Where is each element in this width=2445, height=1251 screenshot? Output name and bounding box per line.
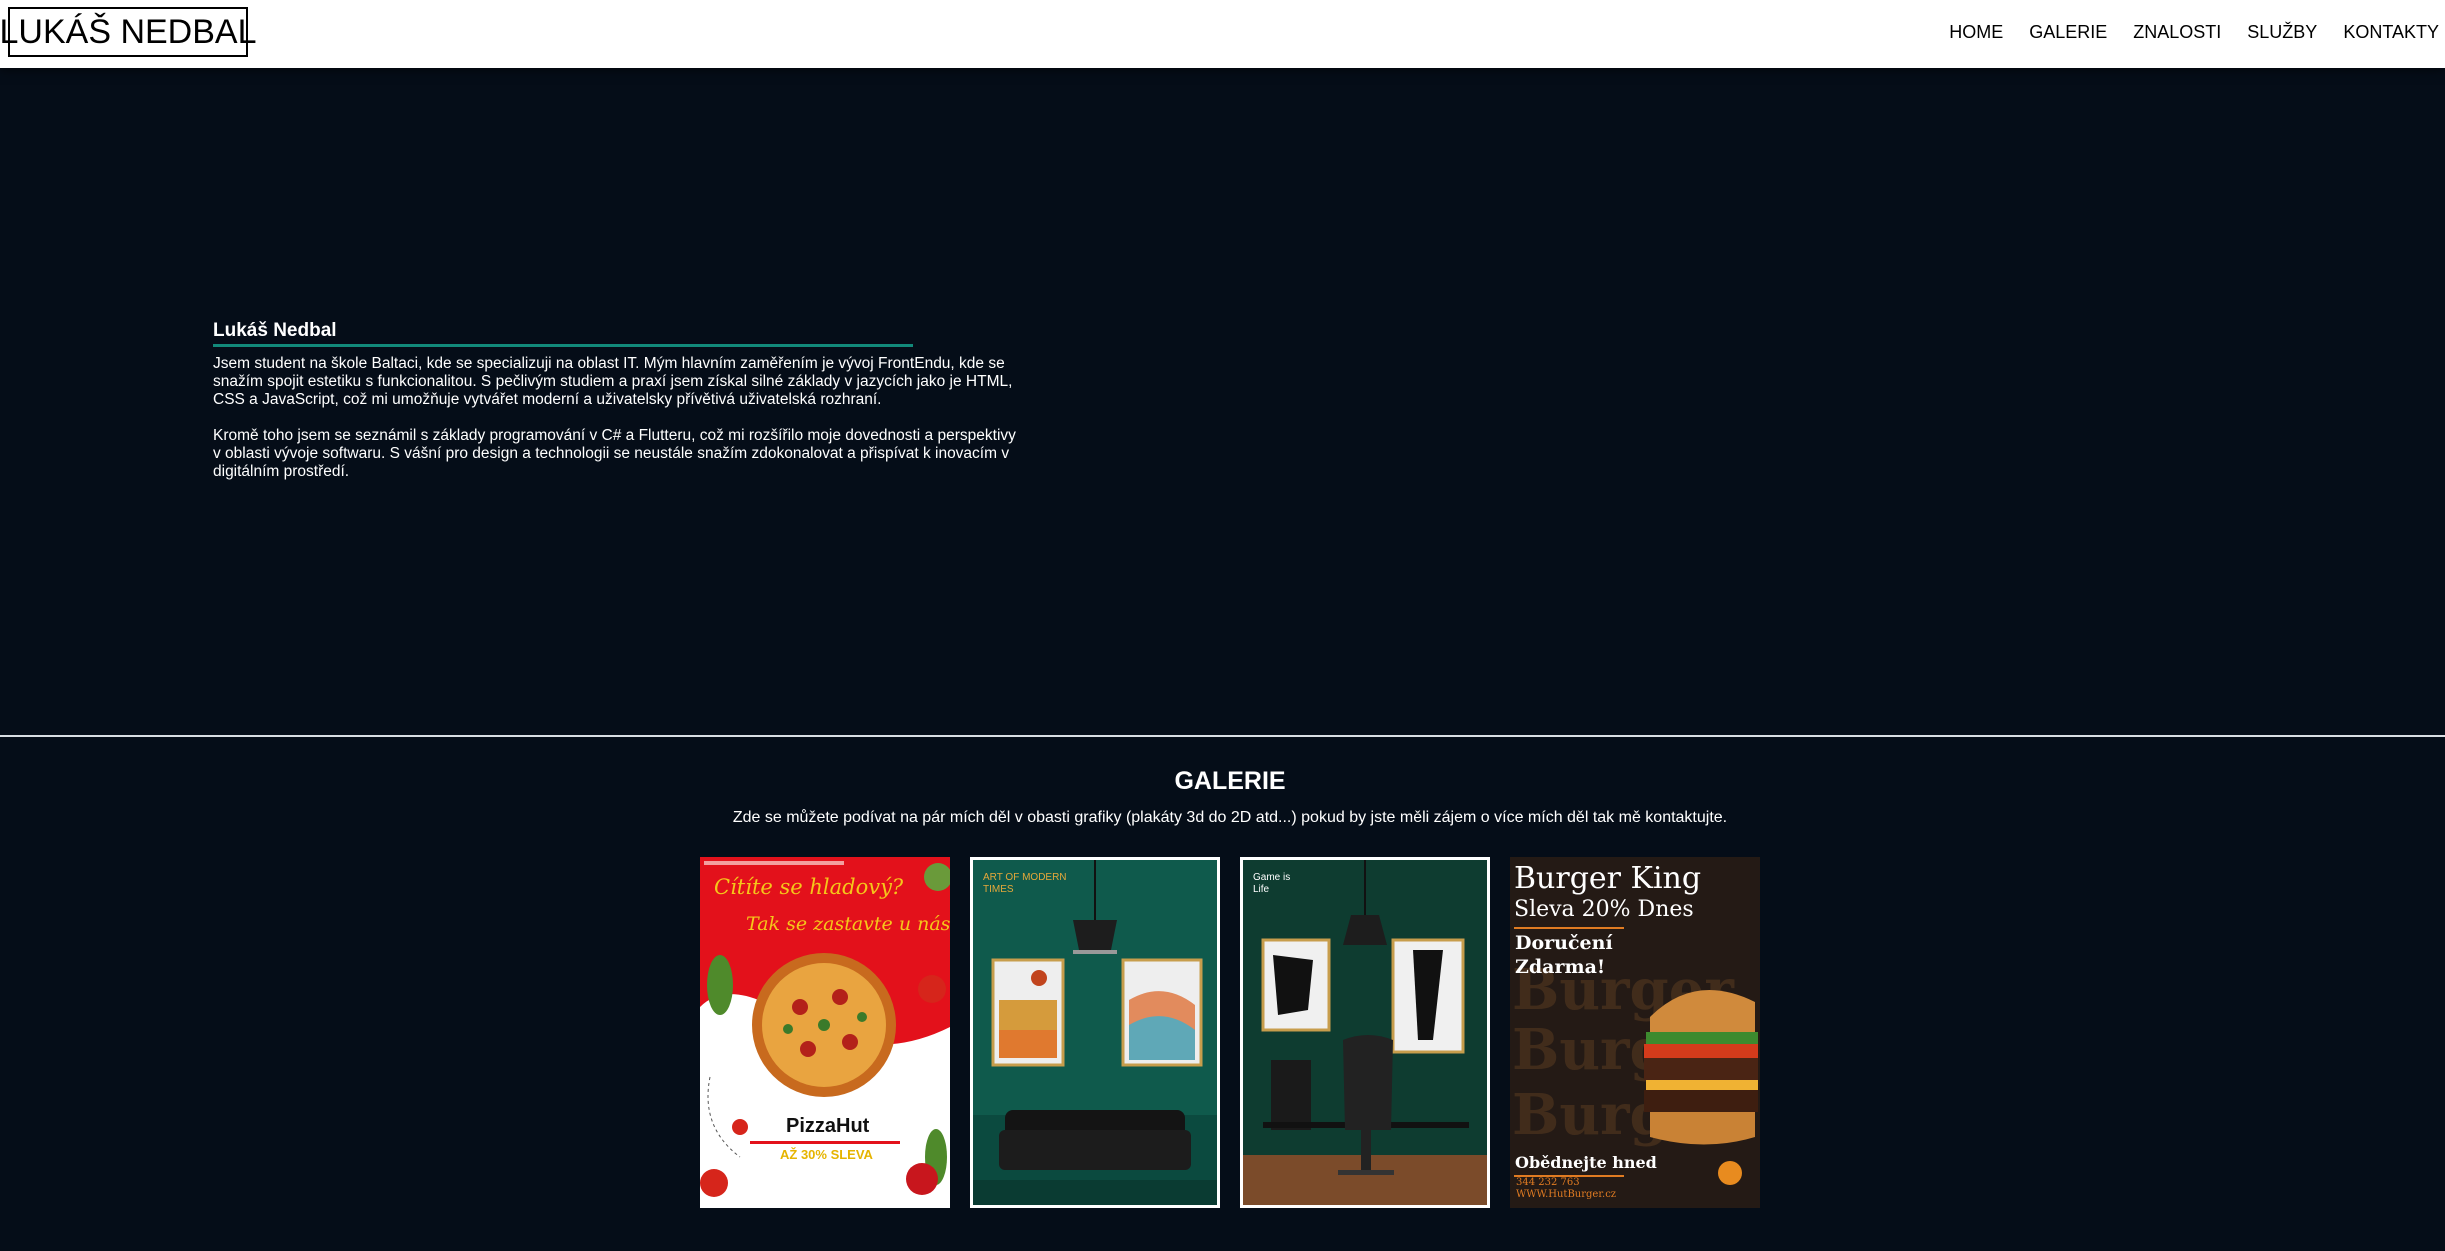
pizza-subheadline: Tak se zastavte u nás [746, 913, 950, 935]
gaming-artwork [1243, 860, 1487, 1205]
burger-phone: 344 232 763 [1516, 1177, 1580, 1188]
about-underline [213, 344, 913, 347]
section-divider [0, 735, 2445, 737]
room1-caption: ART OF MODERN TIMES [983, 872, 1067, 895]
pizza-headline: Cítíte se hladový? [714, 875, 904, 899]
gallery-item-burger-poster[interactable]: Burger Burger Burger Burger King Sleva 2… [1510, 857, 1760, 1208]
site-logo[interactable]: LUKÁŠ NEDBAL [0, 7, 257, 57]
hero-section: Lukáš Nedbal Jsem student na škole Balta… [0, 68, 2445, 736]
nav-home[interactable]: HOME [1949, 22, 2003, 43]
gallery-grid: Cítíte se hladový? Tak se zastavte u nás… [700, 857, 1760, 1209]
gallery-description: Zde se můžete podívat na pár mích děl v … [732, 809, 1728, 826]
burger-offer: Sleva 20% Dnes [1514, 897, 1694, 922]
pizza-brand: PizzaHut [786, 1115, 870, 1137]
gallery-title: GALERIE [1174, 767, 1286, 795]
about-block: Lukáš Nedbal Jsem student na škole Balta… [213, 320, 1021, 499]
nav-galerie[interactable]: GALERIE [2029, 22, 2107, 43]
gallery-item-gaming-poster[interactable]: Game is Life [1240, 857, 1490, 1208]
gallery-item-room-poster[interactable]: ART OF MODERN TIMES [970, 857, 1220, 1208]
burger-web: WWW.HutBurger.cz [1516, 1189, 1617, 1200]
main-nav: HOME GALERIE ZNALOSTI SLUŽBY KONTAKTY [1949, 0, 2439, 64]
pizza-offer: AŽ 30% SLEVA [780, 1147, 873, 1162]
nav-znalosti[interactable]: ZNALOSTI [2133, 22, 2221, 43]
burger-brand: Burger King [1514, 861, 1702, 896]
room-artwork [973, 860, 1217, 1205]
about-name: Lukáš Nedbal [213, 320, 337, 341]
burger-contact: 344 232 763 WWW.HutBurger.cz [1516, 1177, 1616, 1201]
gallery-item-pizza-poster[interactable]: Cítíte se hladový? Tak se zastavte u nás… [700, 857, 950, 1208]
nav-sluzby[interactable]: SLUŽBY [2247, 22, 2317, 43]
burger-delivery: Doručení Zdarma! [1515, 932, 1613, 978]
burger-cta: Obědnejte hned [1515, 1153, 1657, 1172]
nav-kontakty[interactable]: KONTAKTY [2343, 22, 2439, 43]
about-paragraph-2: Kromě toho jsem se seznámil s základy pr… [213, 427, 1016, 480]
about-paragraph-1: Jsem student na škole Baltaci, kde se sp… [213, 355, 1013, 408]
room2-caption: Game is Life [1253, 872, 1291, 895]
site-header: LUKÁŠ NEDBAL HOME GALERIE ZNALOSTI SLUŽB… [0, 0, 2445, 68]
